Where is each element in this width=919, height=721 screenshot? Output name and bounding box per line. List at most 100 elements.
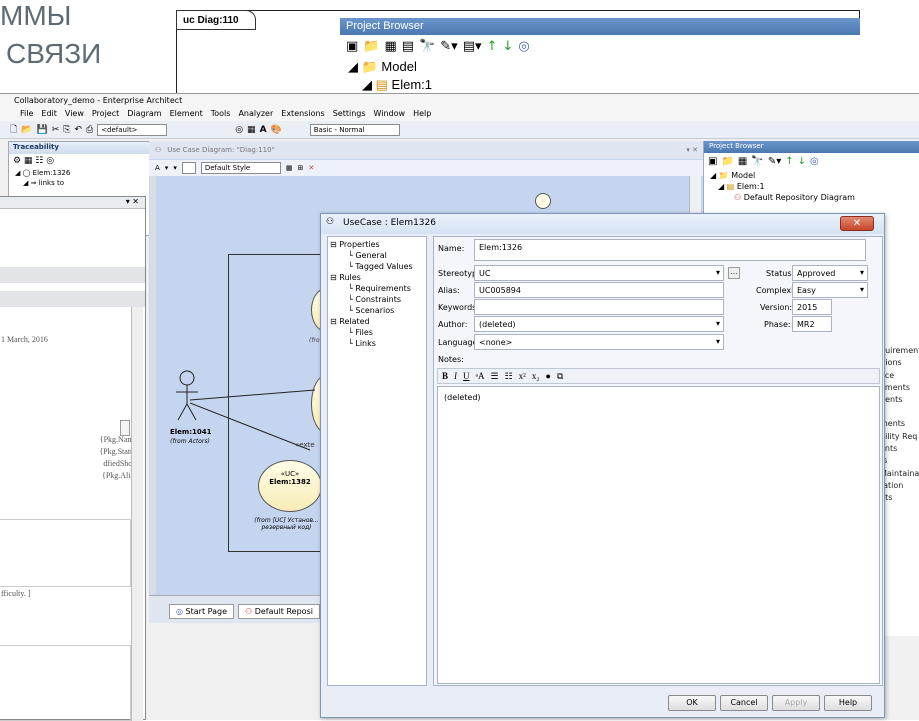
tree-item-model[interactable]: ◢ 📁 Model xyxy=(340,58,860,76)
new-element-icon[interactable]: ▤ xyxy=(402,39,414,54)
bold-button[interactable]: B xyxy=(442,371,448,381)
phase-field[interactable]: MR2 xyxy=(792,316,832,332)
new-diagram-icon[interactable]: ▦ xyxy=(738,156,747,167)
status-select[interactable]: Approved xyxy=(792,265,868,281)
tree-item-label[interactable]: ements xyxy=(880,382,919,394)
underline-button[interactable]: U xyxy=(463,371,470,381)
hyperlink-icon[interactable]: ⧉ xyxy=(557,371,563,382)
layout-icon[interactable]: ▦ xyxy=(286,164,293,172)
find-icon[interactable]: 🔭 xyxy=(419,39,435,54)
view-icon[interactable]: ▤▾ xyxy=(463,39,482,54)
new-model-icon[interactable]: ▣ xyxy=(708,156,717,167)
workspace-combo[interactable]: Basic - Normal xyxy=(309,123,400,136)
new-diagram-icon[interactable]: ▦ xyxy=(384,39,396,54)
tree-item-label[interactable]: ts xyxy=(880,455,919,467)
edit-icon[interactable]: ✎▾ xyxy=(440,39,457,54)
menu-help[interactable]: Help xyxy=(413,109,431,120)
keywords-field[interactable] xyxy=(474,299,724,315)
use-case-elem1382[interactable]: «UC» Elem:1382 xyxy=(258,460,322,512)
menu-diagram[interactable]: Diagram xyxy=(127,109,161,120)
language-select[interactable]: <none> xyxy=(474,334,724,350)
actor-head[interactable] xyxy=(535,193,551,209)
edit-icon[interactable]: ✎▾ xyxy=(768,156,781,167)
close-button[interactable]: ✕ xyxy=(840,216,874,231)
nav-scenarios[interactable]: └ Scenarios xyxy=(330,305,424,316)
menu-element[interactable]: Element xyxy=(170,109,203,120)
tree-item-label[interactable]: Maintainab xyxy=(880,468,919,480)
copy-icon[interactable]: ⎘ xyxy=(63,125,70,135)
nav-files[interactable]: └ Files xyxy=(330,327,424,338)
name-field[interactable]: Elem:1326 xyxy=(474,239,866,261)
undo-icon[interactable]: ↶ xyxy=(74,125,82,135)
menu-file[interactable]: File xyxy=(20,109,33,120)
subscript-icon[interactable]: x₂ xyxy=(532,371,540,381)
new-package-icon[interactable]: 📁 xyxy=(721,156,733,167)
close-icon[interactable]: ✕ xyxy=(308,164,314,172)
help-button[interactable]: Help xyxy=(824,695,872,711)
line-color-icon[interactable]: ▾ xyxy=(173,164,177,172)
align-icon[interactable]: ⊞ xyxy=(297,164,303,172)
tree-item-elem1[interactable]: ◢ ▤ Elem:1 xyxy=(704,181,919,192)
move-up-icon[interactable]: ↑ xyxy=(487,39,498,54)
document-scrollbar[interactable] xyxy=(131,307,143,721)
bullet-list-icon[interactable]: ☰ xyxy=(490,371,498,382)
tree-item-label[interactable]: itions xyxy=(880,357,919,369)
style-combo[interactable]: Default Style xyxy=(200,162,281,174)
italic-button[interactable]: I xyxy=(454,371,457,381)
tree-item-default-diagram[interactable]: ⚇ Default Repository Diagram xyxy=(704,192,919,203)
target-icon[interactable]: ◎ xyxy=(235,125,243,135)
menu-edit[interactable]: Edit xyxy=(41,109,57,120)
color-icon[interactable]: 🎨 xyxy=(271,125,282,135)
help-icon[interactable]: ◎ xyxy=(810,156,819,167)
move-down-icon[interactable]: ↓ xyxy=(502,39,513,54)
dialog-titlebar[interactable]: ⚇ UseCase : Elem1326 ✕ xyxy=(321,214,884,234)
tree-item-label[interactable]: bility Req xyxy=(880,431,919,443)
nav-general[interactable]: └ General xyxy=(330,250,424,261)
find-icon[interactable]: 🔭 xyxy=(751,156,763,167)
menu-extensions[interactable]: Extensions xyxy=(281,109,324,120)
menu-analyzer[interactable]: Analyzer xyxy=(238,109,273,120)
numbered-list-icon[interactable]: ☷ xyxy=(505,371,513,382)
alias-field[interactable]: UC005894 xyxy=(474,282,724,298)
move-up-icon[interactable]: ↑ xyxy=(785,156,793,167)
tree-item-label[interactable]: quirements xyxy=(880,345,919,357)
stereotype-browse-button[interactable]: … xyxy=(728,267,740,279)
font-color-icon[interactable]: ᵃA xyxy=(476,371,485,381)
trace-item-links[interactable]: ◢ ⇒ links to xyxy=(9,178,159,188)
nav-links[interactable]: └ Links xyxy=(330,338,424,349)
close-icon[interactable]: ▾ ✕ xyxy=(686,146,698,154)
font-icon[interactable]: A xyxy=(260,125,267,135)
trace-item-elem[interactable]: ◢ ◯ Elem:1326 xyxy=(9,168,159,178)
grid-icon[interactable]: ▦ xyxy=(247,125,256,135)
print-icon[interactable]: ⎙ xyxy=(86,125,93,135)
tree-item-label[interactable]: ents xyxy=(880,443,919,455)
version-field[interactable]: 2015 xyxy=(792,299,832,315)
nav-properties[interactable]: ⊟ Properties xyxy=(330,239,424,250)
tree-item-label[interactable]: ace xyxy=(880,370,919,382)
menu-view[interactable]: View xyxy=(65,109,84,120)
color-palette-icon[interactable]: ● xyxy=(545,371,550,381)
menu-window[interactable]: Window xyxy=(374,109,406,120)
new-icon[interactable]: 🗋 xyxy=(10,122,17,138)
superscript-icon[interactable]: x² xyxy=(519,371,526,381)
tree-item-elem1[interactable]: ◢ ▤ Elem:1 xyxy=(340,76,860,94)
tree-item-label[interactable]: tation xyxy=(880,480,919,492)
move-down-icon[interactable]: ↓ xyxy=(798,156,806,167)
close-icon[interactable]: ▾ ✕ xyxy=(120,197,145,206)
tree-item-label[interactable]: nts xyxy=(880,492,919,504)
font-icon[interactable]: A xyxy=(155,164,160,172)
nav-tagged-values[interactable]: └ Tagged Values xyxy=(330,261,424,272)
nav-rules[interactable]: ⊟ Rules xyxy=(330,272,424,283)
new-model-icon[interactable]: ▣ xyxy=(346,39,358,54)
tab-start-page[interactable]: ◎ Start Page xyxy=(169,604,234,619)
line-width-combo[interactable] xyxy=(181,162,196,174)
complexity-select[interactable]: Easy xyxy=(792,282,868,298)
menu-project[interactable]: Project xyxy=(92,109,119,120)
ok-button[interactable]: OK xyxy=(668,695,716,711)
tree-item-label[interactable]: nents xyxy=(880,394,919,406)
stereotype-select[interactable]: UC xyxy=(474,265,724,281)
menu-settings[interactable]: Settings xyxy=(333,109,366,120)
apply-button[interactable]: Apply xyxy=(772,695,820,711)
menu-tools[interactable]: Tools xyxy=(211,109,231,120)
nav-related[interactable]: ⊟ Related xyxy=(330,316,424,327)
